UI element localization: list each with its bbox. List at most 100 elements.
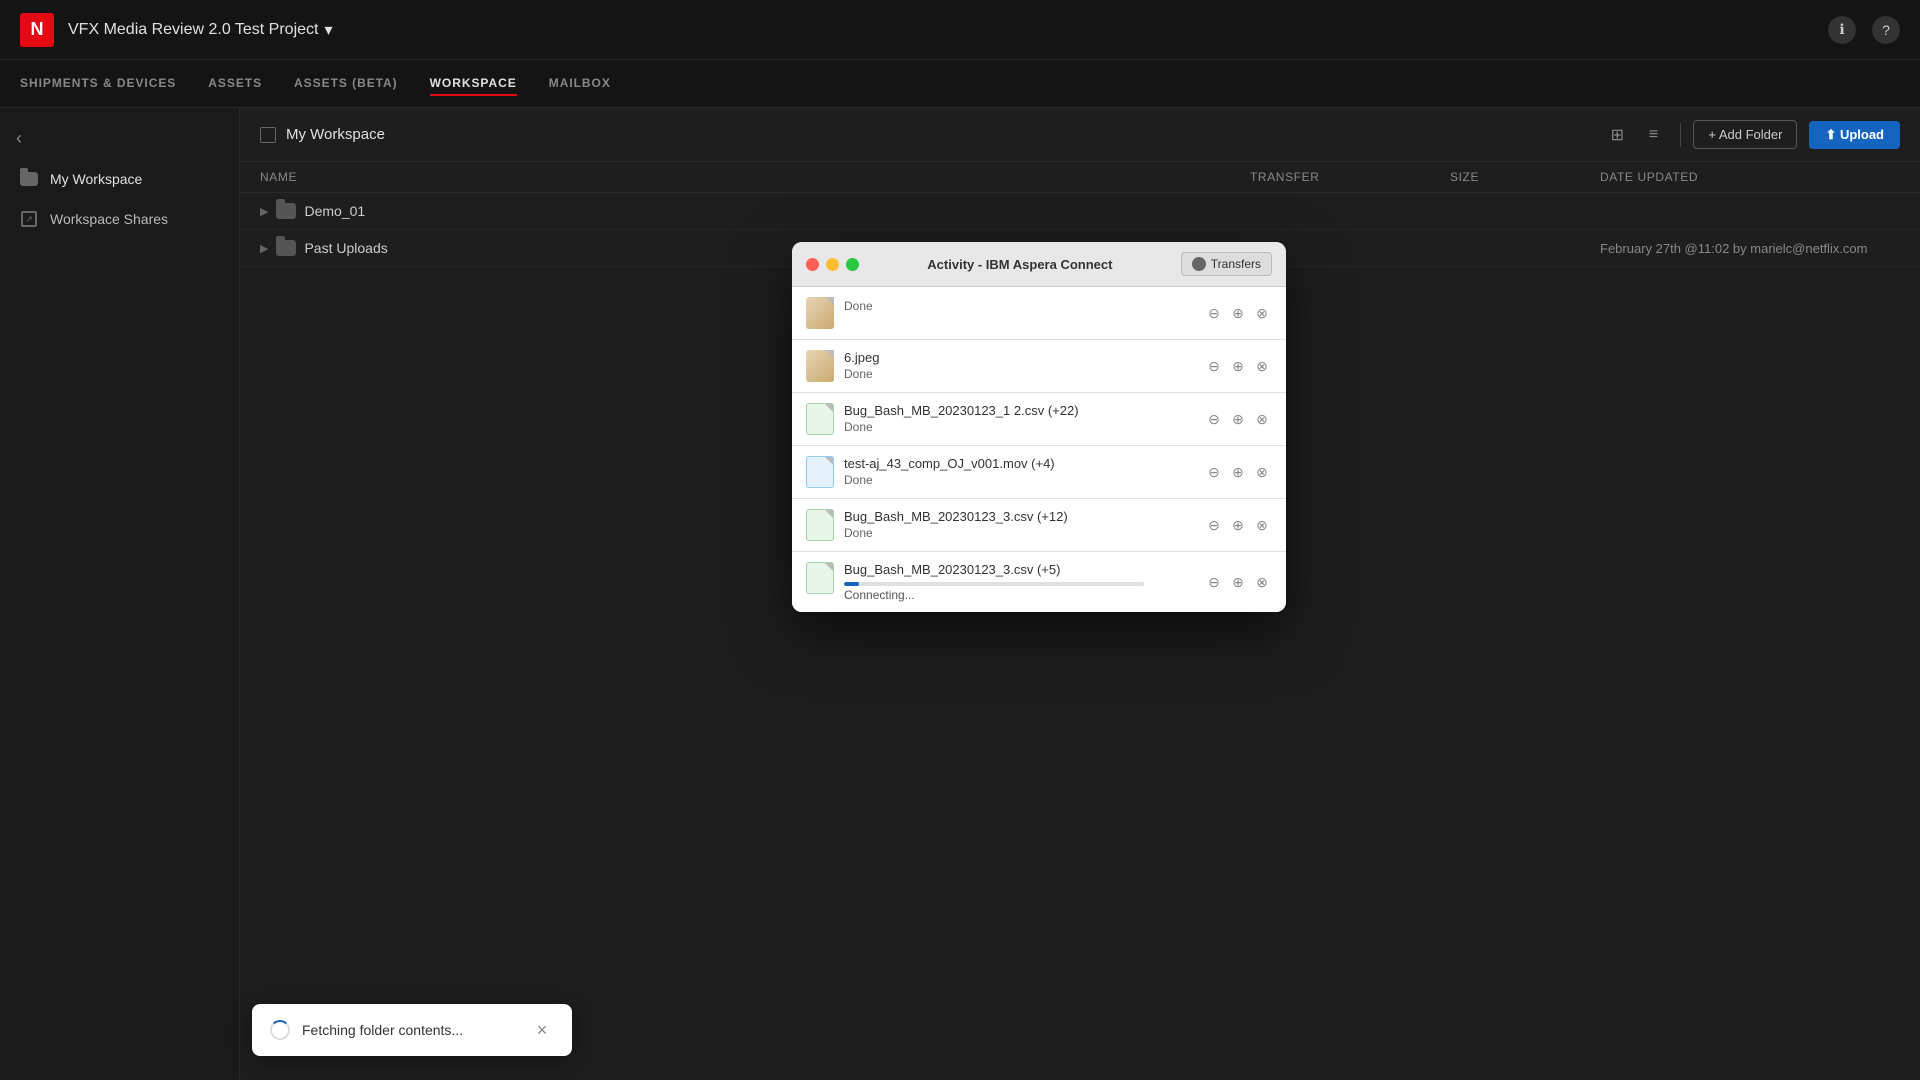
transfer-status: Done bbox=[844, 526, 1068, 540]
transfer-info: Bug_Bash_MB_20230123_3.csv (+12) Done bbox=[844, 509, 1068, 540]
dialog-transfers-label: Transfers bbox=[1211, 257, 1261, 271]
dialog-close-button[interactable] bbox=[806, 258, 819, 271]
transfer-item-left: Bug_Bash_MB_20230123_1 2.csv (+22) Done bbox=[806, 403, 1079, 435]
transfer-file-icon bbox=[806, 509, 834, 541]
transfer-item-left: Bug_Bash_MB_20230123_3.csv (+12) Done bbox=[806, 509, 1068, 541]
nav-item-assets-beta[interactable]: ASSETS (BETA) bbox=[294, 72, 398, 96]
top-bar-left: N VFX Media Review 2.0 Test Project ▾ bbox=[20, 13, 333, 47]
row-chevron-icon: ▶ bbox=[260, 242, 268, 255]
help-icon[interactable]: ? bbox=[1872, 16, 1900, 44]
transfer-restart-button[interactable]: ⊕ bbox=[1228, 409, 1248, 429]
table-row[interactable]: ▶ Demo_01 bbox=[240, 193, 1920, 230]
transfer-file-icon bbox=[806, 562, 834, 594]
add-folder-button[interactable]: + Add Folder bbox=[1693, 120, 1797, 149]
transfer-restart-button[interactable]: ⊕ bbox=[1228, 515, 1248, 535]
sidebar-back-button[interactable]: ‹ bbox=[0, 118, 239, 159]
transfer-remove-button[interactable]: ⊗ bbox=[1252, 356, 1272, 376]
sidebar-item-my-workspace[interactable]: My Workspace bbox=[0, 159, 239, 199]
transfer-pause-button[interactable]: ⊖ bbox=[1204, 356, 1224, 376]
transfer-item-left: test-aj_43_comp_OJ_v001.mov (+4) Done bbox=[806, 456, 1055, 488]
dialog-window-controls bbox=[806, 258, 859, 271]
transfer-pause-button[interactable]: ⊖ bbox=[1204, 303, 1224, 323]
share-icon bbox=[20, 211, 38, 227]
toast-spinner-icon bbox=[270, 1020, 290, 1040]
transfer-remove-button[interactable]: ⊗ bbox=[1252, 303, 1272, 323]
transfer-item: test-aj_43_comp_OJ_v001.mov (+4) Done ⊖ … bbox=[792, 446, 1286, 499]
transfer-controls: ⊖ ⊕ ⊗ bbox=[1204, 515, 1272, 535]
transfer-info: 6.jpeg Done bbox=[844, 350, 879, 381]
sidebar-item-workspace-shares[interactable]: Workspace Shares bbox=[0, 199, 239, 239]
transfer-pause-button[interactable]: ⊖ bbox=[1204, 572, 1224, 592]
project-title-text: VFX Media Review 2.0 Test Project bbox=[68, 21, 318, 39]
transfer-remove-button[interactable]: ⊗ bbox=[1252, 515, 1272, 535]
content-header: My Workspace ⊞ ≡ + Add Folder ⬆ Upload bbox=[240, 108, 1920, 162]
content-header-right: ⊞ ≡ + Add Folder ⬆ Upload bbox=[1602, 120, 1900, 149]
col-header-size: Size bbox=[1450, 170, 1600, 184]
row-date-past-uploads: February 27th @11:02 by marielc@netflix.… bbox=[1600, 241, 1900, 256]
transfer-remove-button[interactable]: ⊗ bbox=[1252, 572, 1272, 592]
grid-view-button[interactable]: ⊞ bbox=[1602, 121, 1632, 149]
dialog-titlebar: Activity - IBM Aspera Connect Transfers bbox=[792, 242, 1286, 287]
transfer-file-icon bbox=[806, 403, 834, 435]
transfer-restart-button[interactable]: ⊕ bbox=[1228, 462, 1248, 482]
col-header-transfer: Transfer bbox=[1250, 170, 1450, 184]
transfer-filename: Bug_Bash_MB_20230123_1 2.csv (+22) bbox=[844, 403, 1079, 418]
transfer-filename: Bug_Bash_MB_20230123_3.csv (+5) bbox=[844, 562, 1144, 577]
project-title[interactable]: VFX Media Review 2.0 Test Project ▾ bbox=[68, 20, 333, 40]
transfer-restart-button[interactable]: ⊕ bbox=[1228, 572, 1248, 592]
dialog-minimize-button[interactable] bbox=[826, 258, 839, 271]
transfer-status: Done bbox=[844, 299, 873, 313]
view-toggle: ⊞ ≡ bbox=[1602, 121, 1668, 149]
dialog-maximize-button[interactable] bbox=[846, 258, 859, 271]
list-view-button[interactable]: ≡ bbox=[1638, 121, 1668, 149]
row-name-demo01: ▶ Demo_01 bbox=[260, 203, 1250, 219]
transfer-restart-button[interactable]: ⊕ bbox=[1228, 303, 1248, 323]
transfer-item-left: Done bbox=[806, 297, 873, 329]
transfer-item: Bug_Bash_MB_20230123_3.csv (+5) Connecti… bbox=[792, 552, 1286, 612]
transfer-pause-button[interactable]: ⊖ bbox=[1204, 462, 1224, 482]
transfer-progress-bar-container bbox=[844, 582, 1144, 586]
transfer-remove-button[interactable]: ⊗ bbox=[1252, 462, 1272, 482]
sidebar-item-label-my-workspace: My Workspace bbox=[50, 171, 142, 187]
nav-item-assets[interactable]: ASSETS bbox=[208, 72, 262, 96]
nav-item-workspace[interactable]: WORKSPACE bbox=[430, 72, 517, 96]
transfer-info: Done bbox=[844, 297, 873, 313]
sidebar: ‹ My Workspace Workspace Shares bbox=[0, 108, 240, 1080]
transfer-controls: ⊖ ⊕ ⊗ bbox=[1204, 409, 1272, 429]
select-all-checkbox[interactable] bbox=[260, 127, 276, 143]
nav-item-mailbox[interactable]: MAILBOX bbox=[549, 72, 611, 96]
content-title: My Workspace bbox=[286, 126, 385, 143]
transfer-status-connecting: Connecting... bbox=[844, 588, 1144, 602]
transfers-icon bbox=[1192, 257, 1206, 271]
transfer-filename: 6.jpeg bbox=[844, 350, 879, 365]
transfer-item: Bug_Bash_MB_20230123_1 2.csv (+22) Done … bbox=[792, 393, 1286, 446]
transfer-controls: ⊖ ⊕ ⊗ bbox=[1204, 303, 1272, 323]
transfer-pause-button[interactable]: ⊖ bbox=[1204, 515, 1224, 535]
top-bar: N VFX Media Review 2.0 Test Project ▾ ℹ … bbox=[0, 0, 1920, 60]
dialog-title: Activity - IBM Aspera Connect bbox=[859, 257, 1181, 272]
transfer-item: Bug_Bash_MB_20230123_3.csv (+12) Done ⊖ … bbox=[792, 499, 1286, 552]
transfer-restart-button[interactable]: ⊕ bbox=[1228, 356, 1248, 376]
transfer-progress-bar bbox=[844, 582, 859, 586]
transfer-item-left: Bug_Bash_MB_20230123_3.csv (+5) Connecti… bbox=[806, 562, 1144, 602]
top-bar-icons: ℹ ? bbox=[1828, 16, 1900, 44]
info-icon[interactable]: ℹ bbox=[1828, 16, 1856, 44]
dialog-transfers-button[interactable]: Transfers bbox=[1181, 252, 1272, 276]
nav-item-shipments[interactable]: SHIPMENTS & DEVICES bbox=[20, 72, 176, 96]
project-dropdown-arrow: ▾ bbox=[324, 20, 332, 40]
transfer-remove-button[interactable]: ⊗ bbox=[1252, 409, 1272, 429]
col-header-name: Name bbox=[260, 170, 1250, 184]
row-chevron-icon: ▶ bbox=[260, 205, 268, 218]
transfer-filename: Bug_Bash_MB_20230123_3.csv (+12) bbox=[844, 509, 1068, 524]
transfer-pause-button[interactable]: ⊖ bbox=[1204, 409, 1224, 429]
row-folder-icon bbox=[276, 240, 296, 256]
transfer-list: Done ⊖ ⊕ ⊗ 6.jpeg Done ⊖ ⊕ bbox=[792, 287, 1286, 612]
transfer-file-icon bbox=[806, 456, 834, 488]
row-filename-past-uploads: Past Uploads bbox=[304, 240, 387, 256]
transfer-controls: ⊖ ⊕ ⊗ bbox=[1204, 462, 1272, 482]
transfer-controls: ⊖ ⊕ ⊗ bbox=[1204, 572, 1272, 592]
transfer-status: Done bbox=[844, 420, 1079, 434]
upload-button[interactable]: ⬆ Upload bbox=[1809, 121, 1900, 149]
toast-close-button[interactable]: × bbox=[530, 1018, 554, 1042]
transfer-controls: ⊖ ⊕ ⊗ bbox=[1204, 356, 1272, 376]
